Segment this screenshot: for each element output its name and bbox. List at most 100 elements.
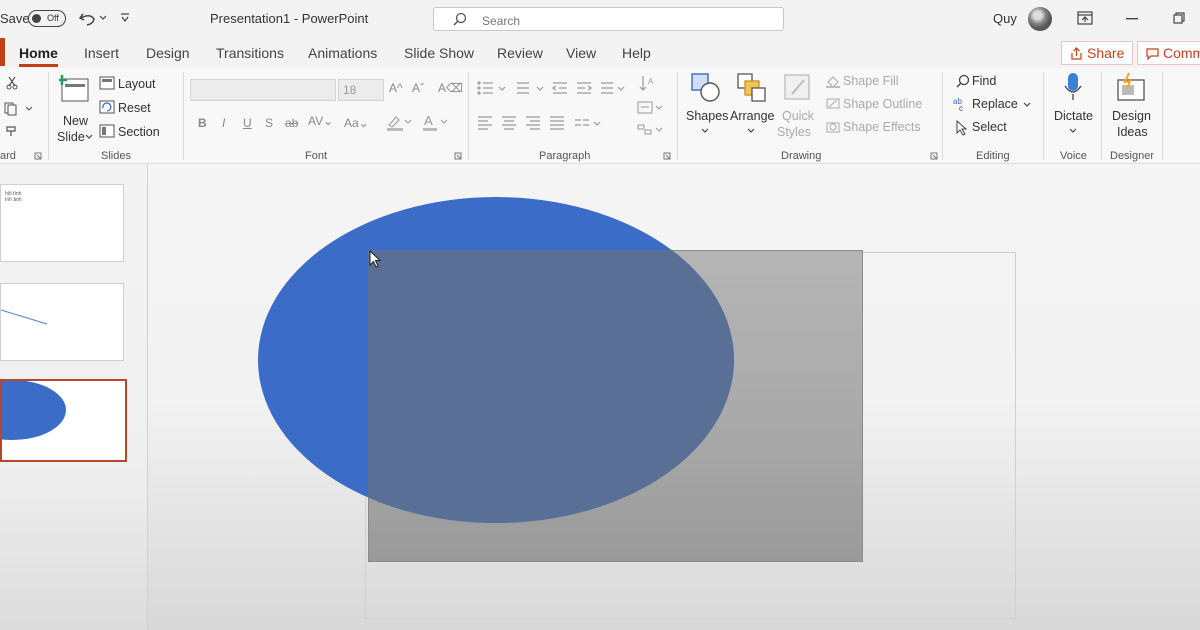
clear-formatting-icon[interactable]: A⌫	[438, 81, 463, 95]
design-ideas-label-1[interactable]: Design	[1112, 109, 1151, 123]
comments-button[interactable]: Comm	[1137, 41, 1200, 65]
slide-thumbnail-2[interactable]	[0, 283, 124, 361]
dialog-launcher-icon[interactable]	[930, 152, 938, 160]
alignment-icon[interactable]	[477, 115, 607, 131]
shape-fill-icon[interactable]	[825, 74, 841, 88]
decrease-font-icon[interactable]: Aˇ	[412, 81, 424, 95]
select-button[interactable]: Select	[972, 120, 1007, 134]
text-shadow-button[interactable]: S	[265, 116, 273, 130]
search-box[interactable]: Search	[433, 7, 784, 31]
shapes-icon[interactable]	[690, 72, 722, 104]
avatar[interactable]	[1028, 7, 1052, 31]
change-case-icon[interactable]: Aa⌄	[344, 116, 369, 130]
arrange-button[interactable]: Arrange	[730, 109, 774, 123]
tab-help[interactable]: Help	[622, 45, 651, 61]
chevron-down-icon[interactable]	[99, 15, 107, 21]
bold-button[interactable]: B	[198, 116, 207, 130]
replace-icon[interactable]: abc	[953, 96, 971, 112]
section-icon[interactable]	[99, 124, 115, 138]
design-ideas-label-2[interactable]: Ideas	[1117, 125, 1148, 139]
arrange-icon[interactable]	[736, 72, 768, 104]
new-slide-label-1[interactable]: New	[63, 114, 88, 128]
restore-icon[interactable]	[1173, 12, 1187, 26]
character-spacing-icon[interactable]: AV⌄	[308, 114, 333, 128]
dialog-launcher-icon[interactable]	[663, 152, 671, 160]
smartart-icon[interactable]	[637, 123, 663, 137]
search-placeholder: Search	[482, 14, 521, 28]
shape-outline-icon[interactable]	[825, 97, 841, 111]
text-direction-icon[interactable]: A	[639, 74, 663, 94]
font-color-icon[interactable]: A	[422, 113, 448, 131]
reset-icon[interactable]	[99, 100, 115, 114]
chevron-down-icon[interactable]	[747, 128, 755, 134]
undo-icon[interactable]	[78, 10, 98, 28]
find-button[interactable]: Find	[972, 74, 996, 88]
share-button[interactable]: Share	[1061, 41, 1134, 65]
increase-font-icon[interactable]: A^	[389, 81, 403, 95]
strikethrough-icon[interactable]: ab	[285, 116, 298, 130]
new-slide-icon[interactable]	[59, 74, 91, 104]
layout-icon[interactable]	[99, 76, 115, 90]
reset-button[interactable]: Reset	[118, 101, 151, 115]
shape-fill-button[interactable]: Shape Fill	[843, 74, 899, 88]
chevron-down-icon[interactable]	[701, 128, 709, 134]
autosave-label: Save	[0, 11, 30, 26]
shape-outline-button[interactable]: Shape Outline	[843, 97, 922, 111]
tab-transitions[interactable]: Transitions	[216, 45, 284, 61]
tab-design[interactable]: Design	[146, 45, 190, 61]
find-icon[interactable]	[955, 74, 971, 90]
voice-group: Dictate Voice	[1044, 68, 1101, 164]
document-title: Presentation1 - PowerPoint	[210, 11, 369, 26]
user-name[interactable]: Quy	[993, 11, 1017, 26]
ribbon-display-icon[interactable]	[1077, 11, 1093, 25]
editing-group-label: Editing	[976, 150, 1010, 162]
designer-group-label: Designer	[1110, 150, 1155, 162]
copy-icon[interactable]	[4, 101, 32, 117]
quick-styles-label-1[interactable]: Quick	[782, 109, 814, 123]
tab-animations[interactable]: Animations	[308, 45, 377, 61]
paragraph-group-label: Paragraph	[539, 150, 591, 162]
minimize-icon[interactable]	[1126, 18, 1140, 20]
slide-thumbnail-3[interactable]	[0, 379, 127, 462]
font-size-combo[interactable]: 18	[338, 79, 384, 101]
shapes-button[interactable]: Shapes	[686, 109, 728, 123]
tab-insert[interactable]: Insert	[84, 45, 119, 61]
highlight-icon[interactable]	[386, 113, 412, 131]
svg-text:c: c	[959, 104, 963, 112]
layout-button[interactable]: Layout	[118, 77, 156, 91]
tab-view[interactable]: View	[566, 45, 596, 61]
tab-review[interactable]: Review	[497, 45, 543, 61]
dictate-button[interactable]: Dictate	[1054, 109, 1093, 123]
design-ideas-icon[interactable]	[1115, 72, 1147, 104]
slides-group-label: Slides	[101, 150, 131, 162]
cut-icon[interactable]	[6, 76, 18, 90]
shape-effects-button[interactable]: Shape Effects	[843, 120, 921, 134]
font-name-combo[interactable]	[190, 79, 336, 101]
list-controls-icon[interactable]	[477, 80, 637, 96]
align-text-icon[interactable]	[637, 101, 663, 115]
customize-toolbar-icon[interactable]	[120, 13, 130, 23]
replace-button[interactable]: Replace	[972, 97, 1018, 111]
title-bar: Save Off Presentation1 - PowerPoint Sear…	[0, 0, 1200, 38]
new-slide-label-2[interactable]: Slide	[57, 130, 85, 144]
chevron-down-icon[interactable]	[1023, 102, 1031, 108]
quick-styles-icon[interactable]	[782, 72, 814, 104]
tab-slide-show[interactable]: Slide Show	[404, 45, 474, 61]
file-tab-edge[interactable]	[0, 38, 5, 66]
quick-styles-label-2[interactable]: Styles	[777, 125, 811, 139]
select-icon[interactable]	[955, 120, 969, 136]
italic-button[interactable]: I	[222, 116, 225, 130]
autosave-toggle[interactable]: Off	[28, 10, 66, 27]
format-painter-icon[interactable]	[4, 124, 20, 138]
section-button[interactable]: Section	[118, 125, 160, 139]
shape-effects-icon[interactable]	[825, 120, 841, 134]
microphone-icon[interactable]	[1063, 72, 1083, 104]
underline-button[interactable]: U	[243, 116, 252, 130]
slide-thumbnail-1[interactable]: hội tính ình ảnh	[0, 184, 124, 262]
autosave-state: Off	[47, 13, 59, 23]
tab-home[interactable]: Home	[19, 45, 58, 67]
chevron-down-icon[interactable]	[85, 134, 93, 140]
chevron-down-icon[interactable]	[1069, 128, 1077, 134]
dialog-launcher-icon[interactable]	[454, 152, 462, 160]
dialog-launcher-icon[interactable]	[34, 152, 42, 160]
